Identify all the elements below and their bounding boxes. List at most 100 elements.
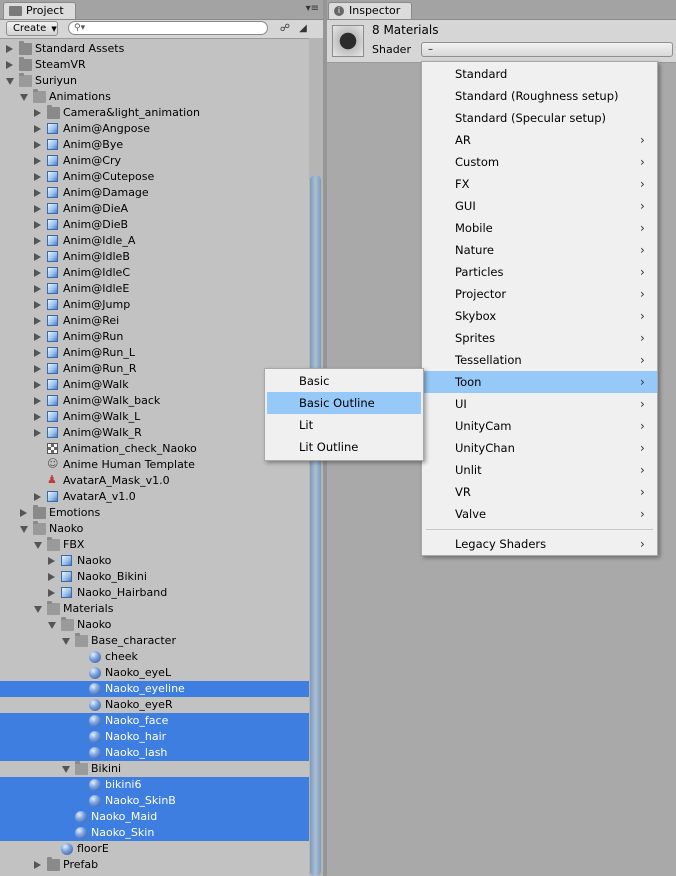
expand-arrow-icon[interactable] — [20, 94, 28, 101]
tree-row[interactable]: Naoko_lash — [0, 745, 309, 761]
expand-arrow-icon[interactable] — [34, 542, 42, 549]
tree-row[interactable]: Suriyun — [0, 73, 309, 89]
collapse-arrow-icon[interactable] — [34, 381, 41, 389]
tree-row[interactable]: Naoko — [0, 617, 309, 633]
tree-row[interactable]: Prefab — [0, 857, 309, 873]
tree-row[interactable]: Anim@Cutepose — [0, 169, 309, 185]
shader-menu-item[interactable]: Projector › — [422, 283, 657, 305]
shader-menu-item[interactable]: Nature › — [422, 239, 657, 261]
collapse-arrow-icon[interactable] — [20, 509, 27, 517]
collapse-arrow-icon[interactable] — [34, 413, 41, 421]
shader-menu-item[interactable]: Skybox › — [422, 305, 657, 327]
tree-row[interactable]: Anim@IdleB — [0, 249, 309, 265]
tree-row[interactable]: Anim@Run_L — [0, 345, 309, 361]
shader-menu-item[interactable]: Unlit › — [422, 459, 657, 481]
tree-row[interactable]: Naoko_Bikini — [0, 569, 309, 585]
toon-menu-item[interactable]: Lit Outline — [267, 436, 421, 458]
shader-menu-item[interactable]: FX › — [422, 173, 657, 195]
tree-row[interactable]: Anim@Damage — [0, 185, 309, 201]
shader-menu-item[interactable]: UnityCam › — [422, 415, 657, 437]
search-input[interactable]: ⚲▾ — [68, 21, 268, 35]
collapse-arrow-icon[interactable] — [34, 189, 41, 197]
tree-row[interactable]: Naoko_Maid — [0, 809, 309, 825]
tree-row[interactable]: Naoko_eyeL — [0, 665, 309, 681]
tree-row[interactable]: Anim@DieA — [0, 201, 309, 217]
panel-menu-icon[interactable]: ▾≡ — [306, 3, 319, 14]
tree-row[interactable]: ♟ AvatarA_Mask_v1.0 — [0, 473, 309, 489]
collapse-arrow-icon[interactable] — [34, 349, 41, 357]
collapse-arrow-icon[interactable] — [34, 493, 41, 501]
tree-row[interactable]: AvatarA_v1.0 — [0, 489, 309, 505]
tree-row[interactable]: Naoko_SkinB — [0, 793, 309, 809]
collapse-arrow-icon[interactable] — [34, 317, 41, 325]
collapse-arrow-icon[interactable] — [34, 125, 41, 133]
collapse-arrow-icon[interactable] — [48, 557, 55, 565]
tree-row[interactable]: Naoko_face — [0, 713, 309, 729]
tree-row[interactable]: Animations — [0, 89, 309, 105]
expand-arrow-icon[interactable] — [6, 78, 14, 85]
shader-menu-item[interactable]: Sprites › — [422, 327, 657, 349]
tree-row[interactable]: Standard Assets — [0, 41, 309, 57]
shader-menu-item[interactable]: Tessellation › — [422, 349, 657, 371]
shader-menu-item-legacy[interactable]: Legacy Shaders › — [422, 533, 657, 555]
tree-row[interactable]: Naoko_eyeR — [0, 697, 309, 713]
tree-row[interactable]: Anim@IdleE — [0, 281, 309, 297]
tree-row[interactable]: Naoko_eyeline — [0, 681, 309, 697]
collapse-arrow-icon[interactable] — [34, 253, 41, 261]
collapse-arrow-icon[interactable] — [34, 301, 41, 309]
toon-menu-item[interactable]: Lit — [267, 414, 421, 436]
collapse-arrow-icon[interactable] — [34, 333, 41, 341]
collapse-arrow-icon[interactable] — [34, 157, 41, 165]
shader-menu-item[interactable]: GUI › — [422, 195, 657, 217]
shader-menu-item[interactable]: AR › — [422, 129, 657, 151]
tree-row[interactable]: Anim@Jump — [0, 297, 309, 313]
collapse-arrow-icon[interactable] — [48, 573, 55, 581]
shader-menu-item[interactable]: Particles › — [422, 261, 657, 283]
tree-row[interactable]: Anim@Idle_A — [0, 233, 309, 249]
collapse-arrow-icon[interactable] — [34, 109, 41, 117]
tree-row[interactable]: Naoko_Skin — [0, 825, 309, 841]
tree-row[interactable]: Materials — [0, 601, 309, 617]
shader-menu-item[interactable]: Toon › — [422, 371, 657, 393]
collapse-arrow-icon[interactable] — [6, 61, 13, 69]
project-scrollbar-thumb[interactable] — [310, 175, 321, 876]
shader-menu-item[interactable]: Valve › — [422, 503, 657, 525]
shader-dropdown[interactable]: – — [421, 42, 673, 57]
collapse-arrow-icon[interactable] — [34, 173, 41, 181]
lock-filter-icon[interactable]: ☍ — [278, 21, 292, 36]
collapse-arrow-icon[interactable] — [6, 45, 13, 53]
tree-row[interactable]: FBX — [0, 537, 309, 553]
filter-by-label-icon[interactable]: ◢ — [296, 21, 310, 36]
tree-row[interactable]: Naoko — [0, 521, 309, 537]
tree-row[interactable]: Anim@DieB — [0, 217, 309, 233]
tree-row[interactable]: SteamVR — [0, 57, 309, 73]
tree-row[interactable]: Emotions — [0, 505, 309, 521]
tree-row[interactable]: Anim@Angpose — [0, 121, 309, 137]
shader-menu-item[interactable]: Mobile › — [422, 217, 657, 239]
tree-row[interactable]: Naoko_Hairband — [0, 585, 309, 601]
expand-arrow-icon[interactable] — [62, 766, 70, 773]
collapse-arrow-icon[interactable] — [34, 861, 41, 869]
shader-menu-item[interactable]: Standard (Specular setup) — [422, 107, 657, 129]
shader-menu-item[interactable]: Standard — [422, 63, 657, 85]
shader-menu-item[interactable]: UnityChan › — [422, 437, 657, 459]
collapse-arrow-icon[interactable] — [34, 141, 41, 149]
tree-row[interactable]: Anim@IdleC — [0, 265, 309, 281]
tree-row[interactable]: Anim@Rei — [0, 313, 309, 329]
expand-arrow-icon[interactable] — [48, 622, 56, 629]
tree-row[interactable]: Base_character — [0, 633, 309, 649]
tree-row[interactable]: Anim@Walk_back — [0, 393, 309, 409]
tree-row[interactable]: Animation_check_Naoko — [0, 441, 309, 457]
expand-arrow-icon[interactable] — [34, 606, 42, 613]
collapse-arrow-icon[interactable] — [34, 397, 41, 405]
tree-row[interactable]: bikini6 — [0, 777, 309, 793]
shader-menu-item[interactable]: UI › — [422, 393, 657, 415]
tree-row[interactable]: Camera&light_animation — [0, 105, 309, 121]
toon-menu-item[interactable]: Basic Outline — [267, 392, 421, 414]
tree-row[interactable]: Anim@Walk — [0, 377, 309, 393]
collapse-arrow-icon[interactable] — [34, 269, 41, 277]
tree-row[interactable]: cheek — [0, 649, 309, 665]
expand-arrow-icon[interactable] — [62, 638, 70, 645]
collapse-arrow-icon[interactable] — [34, 221, 41, 229]
collapse-arrow-icon[interactable] — [34, 205, 41, 213]
